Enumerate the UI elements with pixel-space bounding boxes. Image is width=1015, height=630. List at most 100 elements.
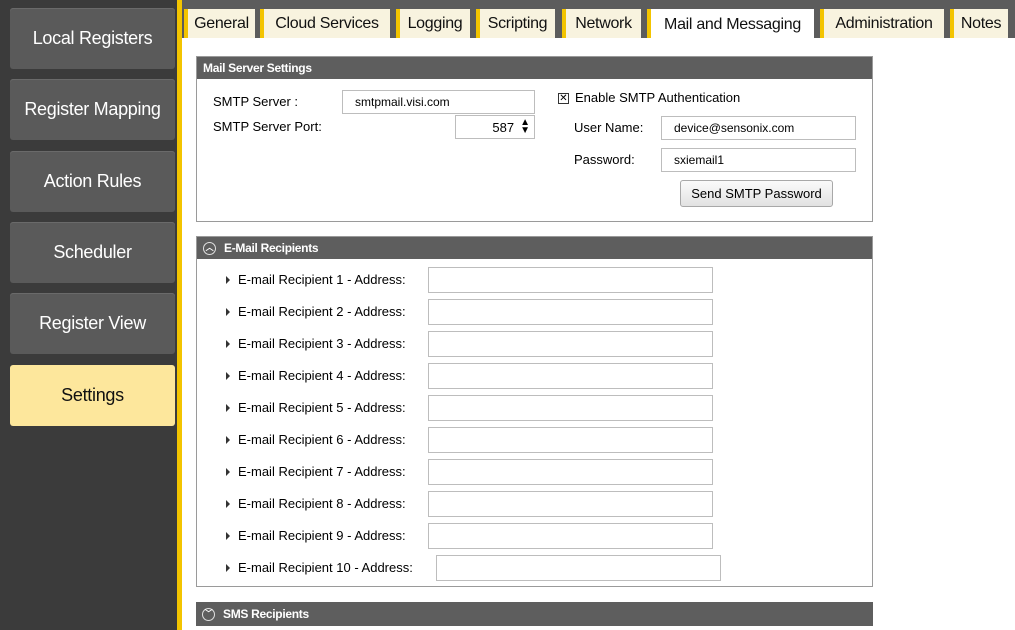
sidebar-item-label: Scheduler xyxy=(53,242,132,262)
tab-label: Notes xyxy=(960,14,1002,32)
tab-label: Administration xyxy=(835,14,933,32)
checkbox-mark: ✕ xyxy=(559,93,568,104)
tab-mail-and-messaging[interactable]: Mail and Messaging xyxy=(647,9,814,40)
smtp-server-label: SMTP Server : xyxy=(213,94,299,109)
recipient-address-input[interactable] xyxy=(436,555,721,581)
password-label: Password: xyxy=(574,152,635,167)
recipient-label: E-mail Recipient 4 - Address: xyxy=(238,368,406,383)
list-item: E-mail Recipient 6 - Address: xyxy=(197,427,872,453)
tab-scripting[interactable]: Scripting xyxy=(476,9,555,38)
recipient-address-input[interactable] xyxy=(428,459,713,485)
expand-arrow-icon[interactable] xyxy=(226,468,230,476)
list-item: E-mail Recipient 4 - Address: xyxy=(197,363,872,389)
sidebar-item-local-registers[interactable]: Local Registers xyxy=(10,8,175,69)
expand-arrow-icon[interactable] xyxy=(226,308,230,316)
sidebar-item-register-mapping[interactable]: Register Mapping xyxy=(10,79,175,140)
username-label: User Name: xyxy=(574,120,644,135)
username-input[interactable]: device@sensonix.com xyxy=(661,116,856,140)
panel-title: SMS Recipients xyxy=(223,607,309,621)
password-input[interactable]: sxiemail1 xyxy=(661,148,856,172)
tab-label: Scripting xyxy=(487,14,548,32)
list-item: E-mail Recipient 2 - Address: xyxy=(197,299,872,325)
recipient-address-input[interactable] xyxy=(428,523,713,549)
tab-label: Cloud Services xyxy=(275,14,379,32)
sidebar-item-label: Settings xyxy=(61,385,124,405)
spinner-arrows-icon[interactable]: ▲ ▼ xyxy=(520,118,530,136)
sidebar-item-label: Local Registers xyxy=(32,28,153,48)
email-recipients-panel: ︿ E-Mail Recipients E-mail Recipient 1 -… xyxy=(196,236,873,587)
list-item: E-mail Recipient 7 - Address: xyxy=(197,459,872,485)
recipient-address-input[interactable] xyxy=(428,363,713,389)
enable-auth-label: Enable SMTP Authentication xyxy=(575,90,741,105)
recipient-label: E-mail Recipient 5 - Address: xyxy=(238,400,406,415)
panel-header: Mail Server Settings xyxy=(197,57,872,79)
expand-arrow-icon[interactable] xyxy=(226,564,230,572)
expand-arrow-icon[interactable] xyxy=(226,340,230,348)
recipient-address-input[interactable] xyxy=(428,331,713,357)
expand-arrow-icon[interactable] xyxy=(226,276,230,284)
list-item: E-mail Recipient 10 - Address: xyxy=(197,555,872,581)
field-value: sxiemail1 xyxy=(674,153,725,167)
mail-server-settings-panel: Mail Server Settings SMTP Server : smtpm… xyxy=(196,56,873,222)
smtp-port-spinner[interactable]: 587 ▲ ▼ xyxy=(455,115,535,139)
recipient-label: E-mail Recipient 8 - Address: xyxy=(238,496,406,511)
sidebar-item-label: Register Mapping xyxy=(24,99,161,119)
sidebar-item-label: Action Rules xyxy=(43,171,142,191)
tab-general[interactable]: General xyxy=(184,9,255,38)
sidebar-item-settings[interactable]: Settings xyxy=(10,365,175,426)
sms-recipients-panel: ﹀ SMS Recipients xyxy=(196,602,873,626)
sidebar-item-action-rules[interactable]: Action Rules xyxy=(10,151,175,212)
button-label: Send SMTP Password xyxy=(691,186,822,201)
recipient-label: E-mail Recipient 2 - Address: xyxy=(238,304,406,319)
tab-administration[interactable]: Administration xyxy=(820,9,944,38)
list-item: E-mail Recipient 5 - Address: xyxy=(197,395,872,421)
recipient-label: E-mail Recipient 9 - Address: xyxy=(238,528,406,543)
recipient-label: E-mail Recipient 7 - Address: xyxy=(238,464,406,479)
panel-header[interactable]: ﹀ SMS Recipients xyxy=(196,602,873,626)
field-value: device@sensonix.com xyxy=(674,121,795,135)
field-value: 587 xyxy=(492,119,515,135)
recipient-label: E-mail Recipient 6 - Address: xyxy=(238,432,406,447)
expand-arrow-icon[interactable] xyxy=(226,404,230,412)
recipient-address-input[interactable] xyxy=(428,267,713,293)
tab-logging[interactable]: Logging xyxy=(396,9,470,38)
list-item: E-mail Recipient 1 - Address: xyxy=(197,267,872,293)
tab-network[interactable]: Network xyxy=(562,9,641,38)
tab-notes[interactable]: Notes xyxy=(950,9,1008,38)
recipient-label: E-mail Recipient 1 - Address: xyxy=(238,272,406,287)
panel-header: ︿ E-Mail Recipients xyxy=(197,237,872,259)
tab-label: General xyxy=(194,14,249,32)
enable-auth-checkbox[interactable]: ✕ xyxy=(558,93,569,104)
recipient-address-input[interactable] xyxy=(428,299,713,325)
tab-label: Logging xyxy=(407,14,463,32)
expand-arrow-icon[interactable] xyxy=(226,532,230,540)
panel-title: E-Mail Recipients xyxy=(224,241,319,255)
sidebar-item-label: Register View xyxy=(39,313,146,333)
tab-cloud-services[interactable]: Cloud Services xyxy=(260,9,390,38)
content-area: Mail Server Settings SMTP Server : smtpm… xyxy=(182,38,1015,630)
recipient-address-input[interactable] xyxy=(428,427,713,453)
tab-label: Network xyxy=(575,14,632,32)
list-item: E-mail Recipient 8 - Address: xyxy=(197,491,872,517)
expand-arrow-icon[interactable] xyxy=(226,436,230,444)
recipient-label: E-mail Recipient 10 - Address: xyxy=(238,560,413,575)
list-item: E-mail Recipient 9 - Address: xyxy=(197,523,872,549)
sidebar-item-scheduler[interactable]: Scheduler xyxy=(10,222,175,283)
smtp-port-label: SMTP Server Port: xyxy=(213,119,322,134)
list-item: E-mail Recipient 3 - Address: xyxy=(197,331,872,357)
sidebar-item-register-view[interactable]: Register View xyxy=(10,293,175,354)
collapse-chevron-up-icon[interactable]: ︿ xyxy=(203,241,216,255)
expand-chevron-down-icon[interactable]: ﹀ xyxy=(202,607,215,621)
smtp-server-input[interactable]: smtpmail.visi.com xyxy=(342,90,535,114)
tab-label: Mail and Messaging xyxy=(664,15,801,33)
tab-bar: General Cloud Services Logging Scripting… xyxy=(182,0,1015,40)
recipient-address-input[interactable] xyxy=(428,395,713,421)
field-value: smtpmail.visi.com xyxy=(355,95,450,109)
expand-arrow-icon[interactable] xyxy=(226,500,230,508)
expand-arrow-icon[interactable] xyxy=(226,372,230,380)
sidebar-nav: Local Registers Register Mapping Action … xyxy=(0,0,177,630)
recipient-address-input[interactable] xyxy=(428,491,713,517)
recipient-label: E-mail Recipient 3 - Address: xyxy=(238,336,406,351)
send-smtp-password-button[interactable]: Send SMTP Password xyxy=(680,180,833,207)
panel-title: Mail Server Settings xyxy=(203,61,312,75)
